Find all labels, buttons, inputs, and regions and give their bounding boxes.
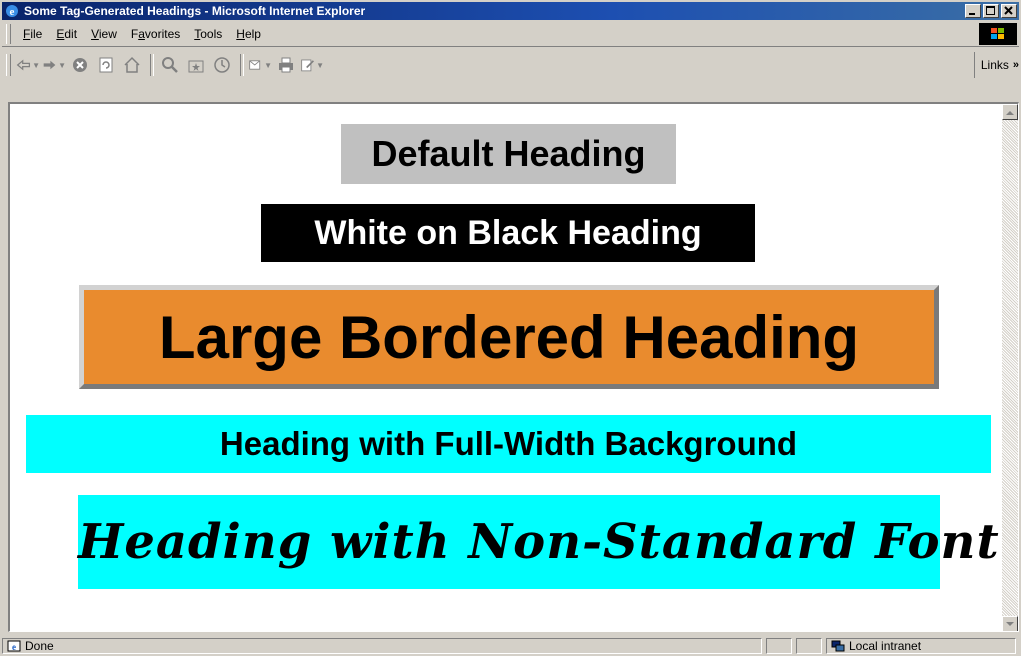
home-button[interactable] bbox=[120, 53, 144, 77]
toolbar-separator bbox=[150, 54, 154, 76]
status-main-pane: e Done bbox=[2, 638, 762, 654]
status-pane-blank bbox=[766, 638, 792, 654]
menu-edit[interactable]: Edit bbox=[49, 27, 84, 41]
search-icon bbox=[162, 57, 178, 73]
refresh-icon bbox=[99, 57, 113, 73]
forward-icon bbox=[43, 60, 56, 70]
scroll-down-button[interactable] bbox=[1002, 616, 1018, 631]
menu-tools[interactable]: Tools bbox=[187, 27, 229, 41]
status-text: Done bbox=[25, 639, 54, 653]
links-bar[interactable]: Links » bbox=[973, 52, 1019, 78]
mail-button[interactable]: ▼ bbox=[248, 53, 272, 77]
edit-button[interactable]: ▼ bbox=[300, 53, 324, 77]
minimize-button[interactable] bbox=[965, 4, 981, 18]
svg-text:e: e bbox=[12, 642, 16, 652]
heading-large-bordered: Large Bordered Heading bbox=[79, 285, 939, 389]
toolbar-separator bbox=[240, 54, 244, 76]
arrow-down-icon bbox=[1006, 621, 1014, 626]
menu-bar: File Edit View Favorites Tools Help bbox=[2, 22, 1019, 47]
mail-icon bbox=[249, 60, 261, 70]
standard-toolbar: ▼ ▼ ▼ ▼ Links » bbox=[2, 48, 1019, 100]
history-button[interactable] bbox=[210, 53, 234, 77]
search-button[interactable] bbox=[158, 53, 182, 77]
windows-logo-icon bbox=[979, 23, 1017, 45]
menu-file[interactable]: File bbox=[16, 27, 49, 41]
page-done-icon: e bbox=[7, 640, 21, 652]
forward-button[interactable]: ▼ bbox=[42, 53, 66, 77]
local-intranet-icon bbox=[831, 640, 845, 652]
window-title: Some Tag-Generated Headings - Microsoft … bbox=[24, 4, 366, 18]
back-dropdown-icon[interactable]: ▼ bbox=[32, 61, 40, 70]
heading-full-width: Heading with Full-Width Background bbox=[26, 415, 991, 473]
print-button[interactable] bbox=[274, 53, 298, 77]
minimize-icon bbox=[969, 13, 975, 15]
menu-favorites[interactable]: Favorites bbox=[124, 27, 187, 41]
stop-button[interactable] bbox=[68, 53, 92, 77]
page-viewport: Default Heading White on Black Heading L… bbox=[10, 104, 1001, 631]
edit-icon bbox=[301, 59, 314, 72]
stop-icon bbox=[73, 58, 87, 72]
toolbar-grip[interactable] bbox=[6, 54, 11, 76]
home-icon bbox=[124, 56, 140, 73]
back-button[interactable]: ▼ bbox=[16, 53, 40, 77]
refresh-button[interactable] bbox=[94, 53, 118, 77]
window-controls bbox=[963, 4, 1017, 18]
maximize-button[interactable] bbox=[983, 4, 999, 18]
edit-dropdown-icon[interactable]: ▼ bbox=[316, 61, 324, 70]
status-zone-text: Local intranet bbox=[849, 639, 922, 653]
favorites-button[interactable] bbox=[184, 53, 208, 77]
menu-help[interactable]: Help bbox=[229, 27, 268, 41]
close-icon bbox=[1004, 6, 1013, 15]
menu-view[interactable]: View bbox=[84, 27, 124, 41]
ie-logo-icon: e bbox=[6, 5, 18, 18]
scroll-up-button[interactable] bbox=[1002, 104, 1018, 120]
status-zone-pane[interactable]: Local intranet bbox=[826, 638, 1016, 654]
links-label[interactable]: Links bbox=[981, 58, 1009, 72]
vertical-scrollbar[interactable] bbox=[1002, 104, 1018, 631]
heading-white-on-black: White on Black Heading bbox=[261, 204, 755, 262]
favorites-icon bbox=[188, 60, 204, 73]
heading-default: Default Heading bbox=[341, 124, 676, 184]
mail-dropdown-icon[interactable]: ▼ bbox=[264, 61, 272, 70]
arrow-up-icon bbox=[1006, 110, 1014, 115]
links-chevron-icon[interactable]: » bbox=[1013, 59, 1019, 71]
svg-text:e: e bbox=[10, 6, 15, 18]
heading-non-standard-font: Heading with Non-Standard Font bbox=[78, 495, 999, 589]
toolbar-buttons: ▼ ▼ ▼ ▼ bbox=[16, 52, 326, 78]
menu-grip[interactable] bbox=[6, 24, 11, 44]
back-icon bbox=[16, 59, 31, 71]
print-icon bbox=[279, 57, 293, 73]
status-bar: e Done Local intranet bbox=[2, 636, 1019, 656]
history-icon bbox=[214, 57, 230, 73]
forward-dropdown-icon[interactable]: ▼ bbox=[58, 61, 66, 70]
browser-window: e Some Tag-Generated Headings - Microsof… bbox=[0, 0, 1021, 656]
menu-items: File Edit View Favorites Tools Help bbox=[16, 22, 268, 46]
title-bar[interactable]: e Some Tag-Generated Headings - Microsof… bbox=[2, 2, 1019, 20]
windows-flag-icon bbox=[991, 28, 1004, 39]
status-pane-blank bbox=[796, 638, 822, 654]
close-button[interactable] bbox=[1001, 4, 1017, 18]
content-frame: Default Heading White on Black Heading L… bbox=[8, 102, 1019, 632]
maximize-icon bbox=[986, 6, 995, 15]
